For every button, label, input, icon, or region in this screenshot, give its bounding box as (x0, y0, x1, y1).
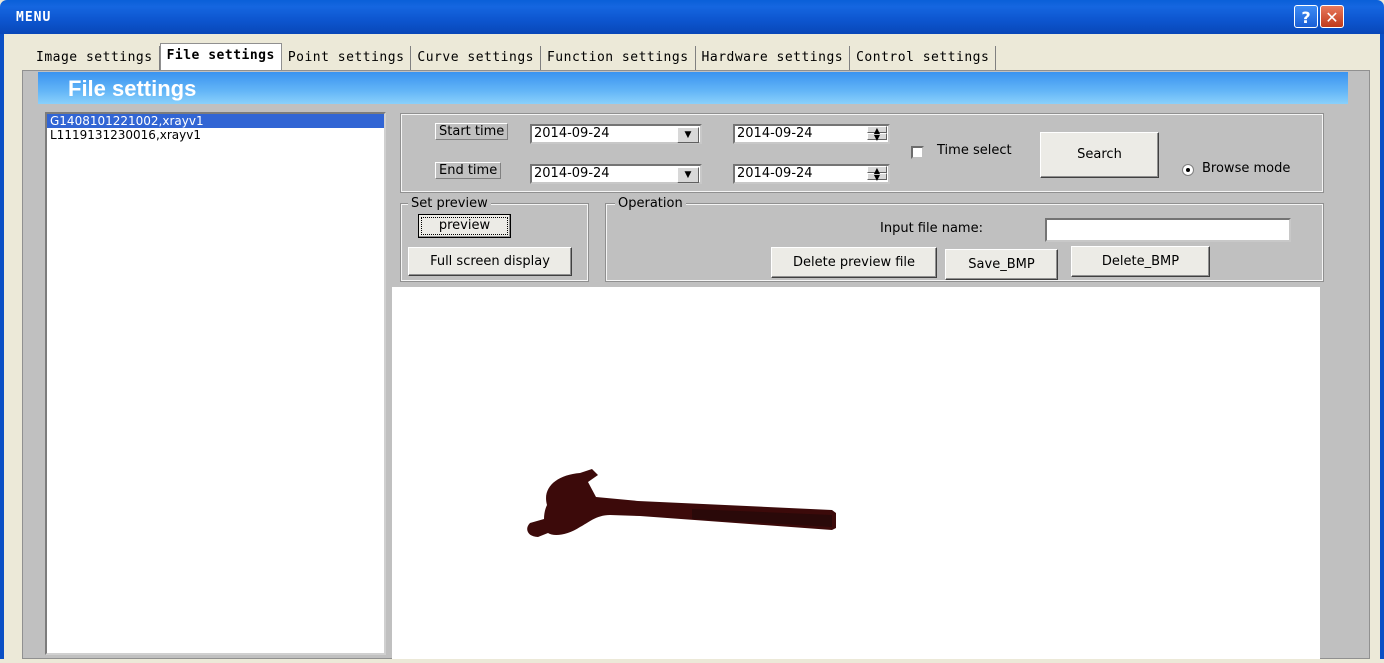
tab-control-settings[interactable]: Control settings (850, 46, 997, 70)
preview-button[interactable]: preview (418, 214, 511, 238)
start-time-label: Start time (435, 123, 509, 140)
tab-function-settings[interactable]: Function settings (541, 46, 696, 70)
browse-mode-label: Browse mode (1202, 161, 1291, 176)
image-preview (392, 287, 1320, 659)
browse-mode-radio[interactable] (1182, 164, 1194, 176)
hammer-image (527, 469, 836, 537)
list-item[interactable]: G1408101221002,xrayv1 (47, 114, 384, 128)
save-bmp-button[interactable]: Save_BMP (945, 249, 1058, 280)
delete-bmp-button[interactable]: Delete_BMP (1071, 246, 1210, 277)
operation-title: Operation (615, 196, 686, 211)
time-select-checkbox[interactable] (911, 146, 924, 159)
set-preview-title: Set preview (408, 196, 491, 211)
start-time-spinner[interactable]: 2014-09-24 ▲ ▼ (733, 124, 890, 144)
file-list[interactable]: G1408101221002,xrayv1 L1119131230016,xra… (45, 112, 386, 655)
tab-point-settings[interactable]: Point settings (282, 46, 412, 70)
start-date-value: 2014-09-24 (534, 126, 610, 141)
close-button[interactable]: ✕ (1320, 5, 1344, 28)
time-select-label: Time select (937, 143, 1012, 158)
search-button[interactable]: Search (1040, 132, 1159, 178)
end-date-value: 2014-09-24 (534, 166, 610, 181)
tab-file-settings[interactable]: File settings (159, 43, 282, 72)
chevron-down-icon[interactable]: ▼ (677, 127, 699, 143)
input-file-name-label: Input file name: (880, 221, 983, 236)
end-date-combo[interactable]: 2014-09-24 ▼ (530, 164, 702, 184)
help-button[interactable]: ? (1294, 5, 1318, 28)
spinner-arrows-icon[interactable]: ▲ ▼ (867, 166, 887, 182)
end-time-spinner[interactable]: 2014-09-24 ▲ ▼ (733, 164, 890, 184)
window-title: MENU (16, 10, 52, 25)
start-date-combo[interactable]: 2014-09-24 ▼ (530, 124, 702, 144)
file-name-input[interactable] (1045, 218, 1291, 242)
end-time-label: End time (435, 162, 502, 179)
start-time-value: 2014-09-24 (737, 126, 813, 141)
tab-bar: Image settings File settings Point setti… (30, 43, 997, 72)
list-item[interactable]: L1119131230016,xrayv1 (47, 128, 384, 142)
title-bar: MENU ? ✕ (0, 0, 1384, 34)
end-time-value: 2014-09-24 (737, 166, 813, 181)
tab-image-settings[interactable]: Image settings (30, 46, 160, 70)
page-title: File settings (38, 72, 1348, 104)
chevron-down-icon[interactable]: ▼ (677, 167, 699, 183)
full-screen-button[interactable]: Full screen display (408, 247, 572, 276)
spinner-arrows-icon[interactable]: ▲ ▼ (867, 126, 887, 142)
tab-curve-settings[interactable]: Curve settings (411, 46, 541, 70)
tab-hardware-settings[interactable]: Hardware settings (696, 46, 851, 70)
delete-preview-button[interactable]: Delete preview file (771, 247, 937, 278)
